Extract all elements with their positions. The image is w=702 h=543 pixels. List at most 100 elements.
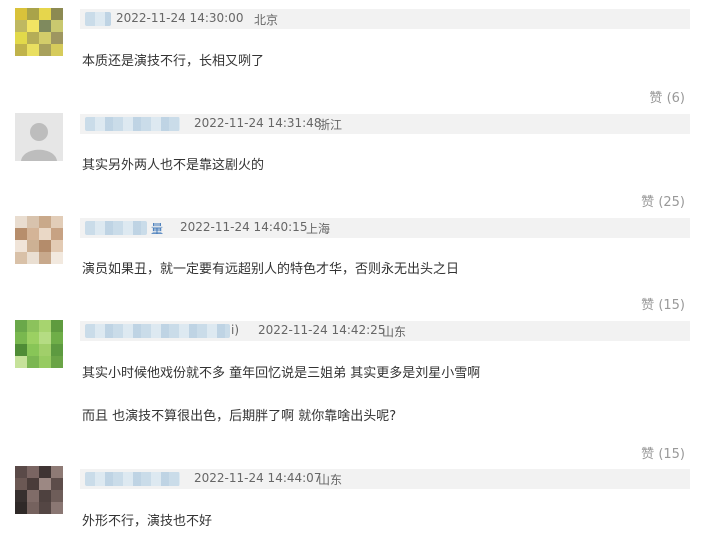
avatar[interactable] (15, 113, 63, 161)
avatar-pixel (27, 20, 39, 32)
avatar-pixel (15, 502, 27, 514)
comment-text: 其实另外两人也不是靠这剧火的 (82, 158, 265, 173)
like-count: (15) (658, 447, 685, 462)
avatar-pixel (51, 502, 63, 514)
avatar-pixel (27, 344, 39, 356)
avatar-pixel (51, 8, 63, 20)
avatar-pixel (39, 502, 51, 514)
comment-location: 山东 (318, 473, 343, 487)
comment-text: 演员如果丑，就一定要有远超别人的特色才华，否则永无出头之日 (82, 262, 460, 277)
avatar-pixel (39, 228, 51, 240)
avatar-pixel (27, 332, 39, 344)
avatar-pixel (39, 32, 51, 44)
avatar-pixel (51, 478, 63, 490)
comment-meta-bar: 量 2022-11-24 14:40:15 上海 (80, 218, 690, 238)
like-label: 赞 (641, 298, 655, 313)
comment-time: 2022-11-24 14:40:15 (180, 220, 308, 234)
avatar-pixel (51, 32, 63, 44)
avatar-pixel (15, 20, 27, 32)
avatar-pixel (51, 356, 63, 368)
avatar-pixel (39, 478, 51, 490)
avatar-pixel (51, 252, 63, 264)
avatar[interactable] (15, 320, 63, 368)
avatar-pixel (51, 228, 63, 240)
comment-time: 2022-11-24 14:44:07 (194, 471, 322, 485)
avatar[interactable] (15, 216, 63, 264)
like-count: (6) (666, 91, 685, 106)
avatar-pixel (15, 32, 27, 44)
avatar-pixel (15, 216, 27, 228)
avatar-pixel (27, 502, 39, 514)
avatar-pixel (39, 344, 51, 356)
avatar-pixel (39, 216, 51, 228)
avatar-pixel (39, 356, 51, 368)
comment-text: 其实小时候他戏份就不多 童年回忆说是三姐弟 其实更多是刘星小雪啊 (82, 366, 481, 381)
comment-location: 山东 (382, 325, 407, 339)
avatar-pixel (39, 490, 51, 502)
comment-text: 本质还是演技不行，长相又咧了 (82, 54, 265, 69)
avatar-pixel (15, 344, 27, 356)
comment-time: 2022-11-24 14:31:48 (194, 116, 322, 130)
avatar-pixel (15, 320, 27, 332)
comment-meta-bar: 2022-11-24 14:30:00 北京 (80, 9, 690, 29)
username-tail[interactable]: i) (231, 323, 239, 337)
avatar-pixel (51, 466, 63, 478)
avatar[interactable] (15, 8, 63, 56)
default-user-icon (15, 113, 63, 161)
like-label: 赞 (649, 91, 663, 106)
avatar-pixel (39, 252, 51, 264)
username-blurred[interactable] (85, 117, 180, 131)
avatar-pixel (15, 240, 27, 252)
username-blurred[interactable] (85, 12, 111, 26)
avatar-pixel (27, 252, 39, 264)
like-button[interactable]: 赞 (6) (649, 87, 685, 106)
avatar-pixel (15, 466, 27, 478)
avatar-pixel (27, 228, 39, 240)
avatar-pixel (51, 240, 63, 252)
comment-location: 上海 (306, 222, 331, 236)
avatar-pixel (15, 478, 27, 490)
username-tail[interactable]: 量 (151, 220, 163, 237)
avatar-pixel (51, 490, 63, 502)
avatar-pixel (27, 466, 39, 478)
like-button[interactable]: 赞 (15) (641, 294, 685, 313)
like-button[interactable]: 赞 (25) (641, 191, 685, 210)
avatar-pixel (39, 44, 51, 56)
avatar-pixel (27, 44, 39, 56)
avatar-pixel (15, 228, 27, 240)
comment-time: 2022-11-24 14:30:00 (116, 11, 244, 25)
avatar-pixel (27, 320, 39, 332)
avatar-pixel (27, 356, 39, 368)
username-blurred[interactable] (85, 221, 147, 235)
avatar-pixel (15, 332, 27, 344)
comment-meta-bar: 2022-11-24 14:31:48 浙江 (80, 114, 690, 134)
avatar-pixel (27, 32, 39, 44)
comment-time: 2022-11-24 14:42:25 (258, 323, 386, 337)
comment-location: 浙江 (318, 118, 343, 132)
avatar-pixel (51, 44, 63, 56)
username-blurred[interactable] (85, 472, 180, 486)
avatar-pixel (15, 44, 27, 56)
comment-meta-bar: 2022-11-24 14:44:07 山东 (80, 469, 690, 489)
comment-meta-bar: i) 2022-11-24 14:42:25 山东 (80, 321, 690, 341)
avatar-pixel (15, 356, 27, 368)
avatar-pixel (15, 8, 27, 20)
username-blurred[interactable] (85, 324, 230, 338)
avatar-pixel (39, 20, 51, 32)
comment-text: 而且 也演技不算很出色，后期胖了啊 就你靠啥出头呢? (82, 409, 397, 424)
avatar-pixel (39, 320, 51, 332)
avatar-pixel (27, 478, 39, 490)
comment-text: 外形不行，演技也不好 (82, 514, 213, 529)
like-button[interactable]: 赞 (15) (641, 443, 685, 462)
avatar-pixel (27, 240, 39, 252)
like-label: 赞 (641, 195, 655, 210)
comment-location: 北京 (254, 13, 279, 27)
avatar-pixel (39, 466, 51, 478)
avatar-pixel (51, 320, 63, 332)
avatar-pixel (51, 344, 63, 356)
like-count: (25) (658, 195, 685, 210)
avatar-pixel (39, 8, 51, 20)
avatar[interactable] (15, 466, 63, 514)
avatar-pixel (51, 20, 63, 32)
avatar-pixel (15, 490, 27, 502)
